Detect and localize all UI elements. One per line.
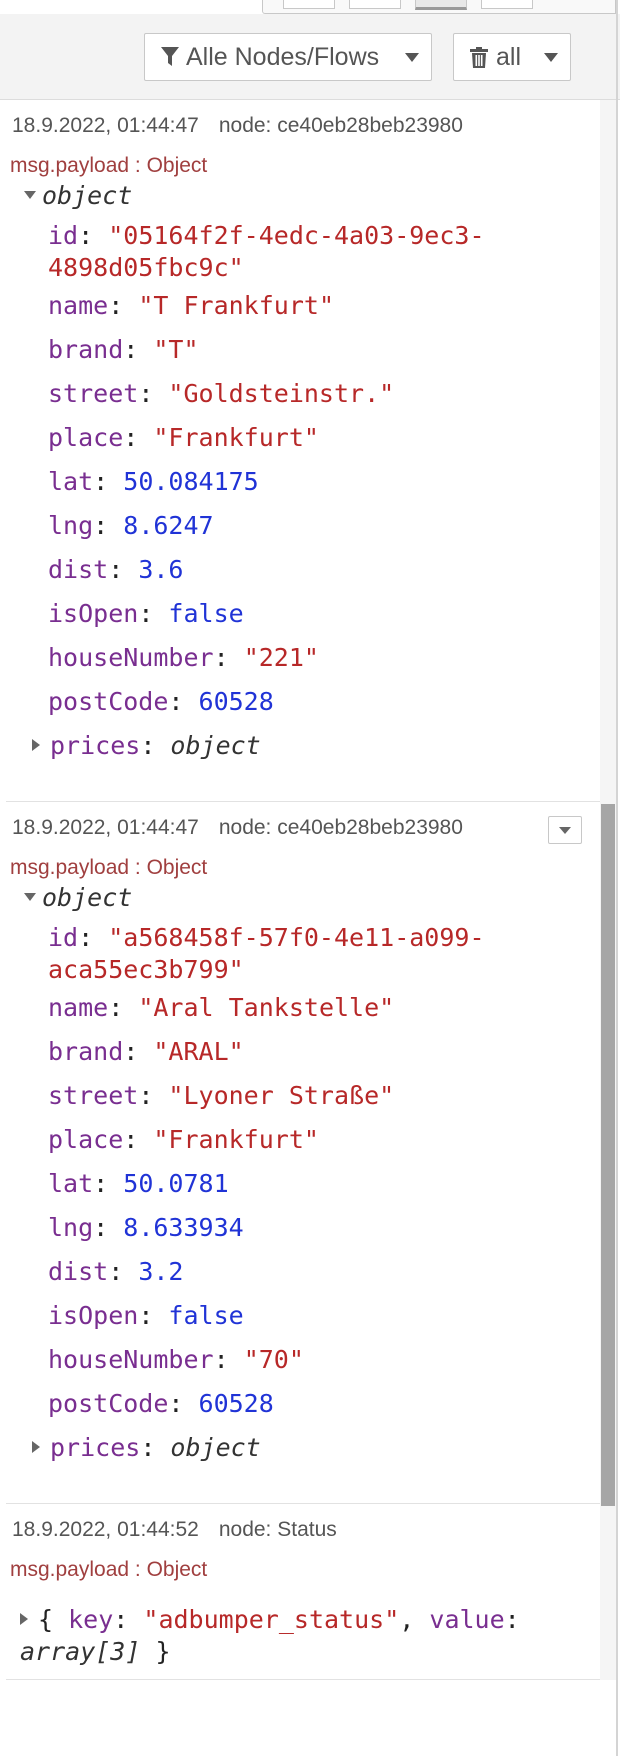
tree-row-brand: brand: "ARAL" <box>48 1037 244 1066</box>
tree-row-name: name: "T Frankfurt" <box>48 291 334 320</box>
message-meta: 18.9.2022, 01:44:47 node: ce40eb28beb2398… <box>12 114 463 138</box>
tree-row-isopen: isOpen: false <box>48 599 244 628</box>
message-node[interactable]: node: ce40eb28beb23980 <box>219 114 463 137</box>
tree-row-id: id: "05164f2f-4edc-4a03-9ec3-4898d05fbc9… <box>48 221 485 282</box>
caret-right-icon <box>20 1613 28 1625</box>
message-menu-button[interactable] <box>548 816 582 844</box>
tree-row-prices[interactable]: prices: object <box>32 724 261 768</box>
tree-row-postcode: postCode: 60528 <box>48 687 274 716</box>
tree-row-brand: brand: "T" <box>48 335 199 364</box>
debug-message: 18.9.2022, 01:44:47 node: ce40eb28beb2398… <box>6 100 600 802</box>
clear-dropdown-button[interactable]: all <box>453 33 571 81</box>
summary-toggle[interactable]: { key: "adbumper_status", value: array[3… <box>20 1604 560 1668</box>
tree-row-lng: lng: 8.6247 <box>48 511 214 540</box>
tree-row-street: street: "Lyoner Straße" <box>48 1081 395 1110</box>
caret-down-icon <box>24 191 36 199</box>
payload-type: msg.payload : Object <box>10 1558 208 1581</box>
sidebar-tab-group <box>262 0 616 14</box>
tree-row-prices[interactable]: prices: object <box>32 1426 261 1470</box>
filter-dropdown-button[interactable]: Alle Nodes/Flows <box>144 33 432 81</box>
tree-row-lat: lat: 50.084175 <box>48 467 259 496</box>
message-timestamp: 18.9.2022, 01:44:47 <box>12 114 199 137</box>
message-timestamp: 18.9.2022, 01:44:52 <box>12 1518 199 1541</box>
debug-toolbar: Alle Nodes/Flows all <box>0 14 620 100</box>
caret-right-icon <box>32 739 40 751</box>
tree-row-dist: dist: 3.6 <box>48 555 184 584</box>
sidebar-tab-2[interactable] <box>349 0 401 9</box>
tree-row-isopen: isOpen: false <box>48 1301 244 1330</box>
caret-right-icon <box>32 1441 40 1453</box>
tree-row-place: place: "Frankfurt" <box>48 1125 319 1154</box>
filter-label: Alle Nodes/Flows <box>186 42 380 71</box>
sidebar-tab-debug[interactable] <box>415 0 467 10</box>
tree-row-id: id: "a568458f-57f0-4e11-a099-aca55ec3b79… <box>48 923 485 984</box>
chevron-down-icon <box>405 53 419 62</box>
tree-row-lng: lng: 8.633934 <box>48 1213 244 1242</box>
message-node[interactable]: node: Status <box>219 1518 337 1541</box>
message-meta: 18.9.2022, 01:44:52 node: Status <box>12 1518 337 1542</box>
tree-row-street: street: "Goldsteinstr." <box>48 379 395 408</box>
filter-icon <box>161 47 179 66</box>
chevron-down-icon <box>544 53 558 62</box>
tree-row-housenumber: houseNumber: "221" <box>48 643 319 672</box>
tree-row-lat: lat: 50.0781 <box>48 1169 229 1198</box>
caret-down-icon <box>24 893 36 901</box>
sidebar-tab-4[interactable] <box>481 0 533 9</box>
clear-label: all <box>496 42 522 71</box>
trash-icon <box>470 46 488 68</box>
scrollbar-thumb[interactable] <box>601 804 615 1506</box>
tree-row-housenumber: houseNumber: "70" <box>48 1345 304 1374</box>
tree-row-dist: dist: 3.2 <box>48 1257 184 1286</box>
object-toggle[interactable]: object <box>24 174 132 218</box>
message-meta: 18.9.2022, 01:44:47 node: ce40eb28beb2398… <box>12 816 463 840</box>
object-toggle[interactable]: object <box>24 876 132 920</box>
message-timestamp: 18.9.2022, 01:44:47 <box>12 816 199 839</box>
sidebar-tab-1[interactable] <box>283 0 335 9</box>
debug-message: 18.9.2022, 01:44:52 node: Status msg.payl… <box>6 1504 600 1680</box>
tree-row-name: name: "Aral Tankstelle" <box>48 993 395 1022</box>
tree-row-postcode: postCode: 60528 <box>48 1389 274 1418</box>
message-node[interactable]: node: ce40eb28beb23980 <box>219 816 463 839</box>
tree-row-place: place: "Frankfurt" <box>48 423 319 452</box>
panel-edge <box>616 0 618 1756</box>
debug-message: 18.9.2022, 01:44:47 node: ce40eb28beb2398… <box>6 802 600 1504</box>
